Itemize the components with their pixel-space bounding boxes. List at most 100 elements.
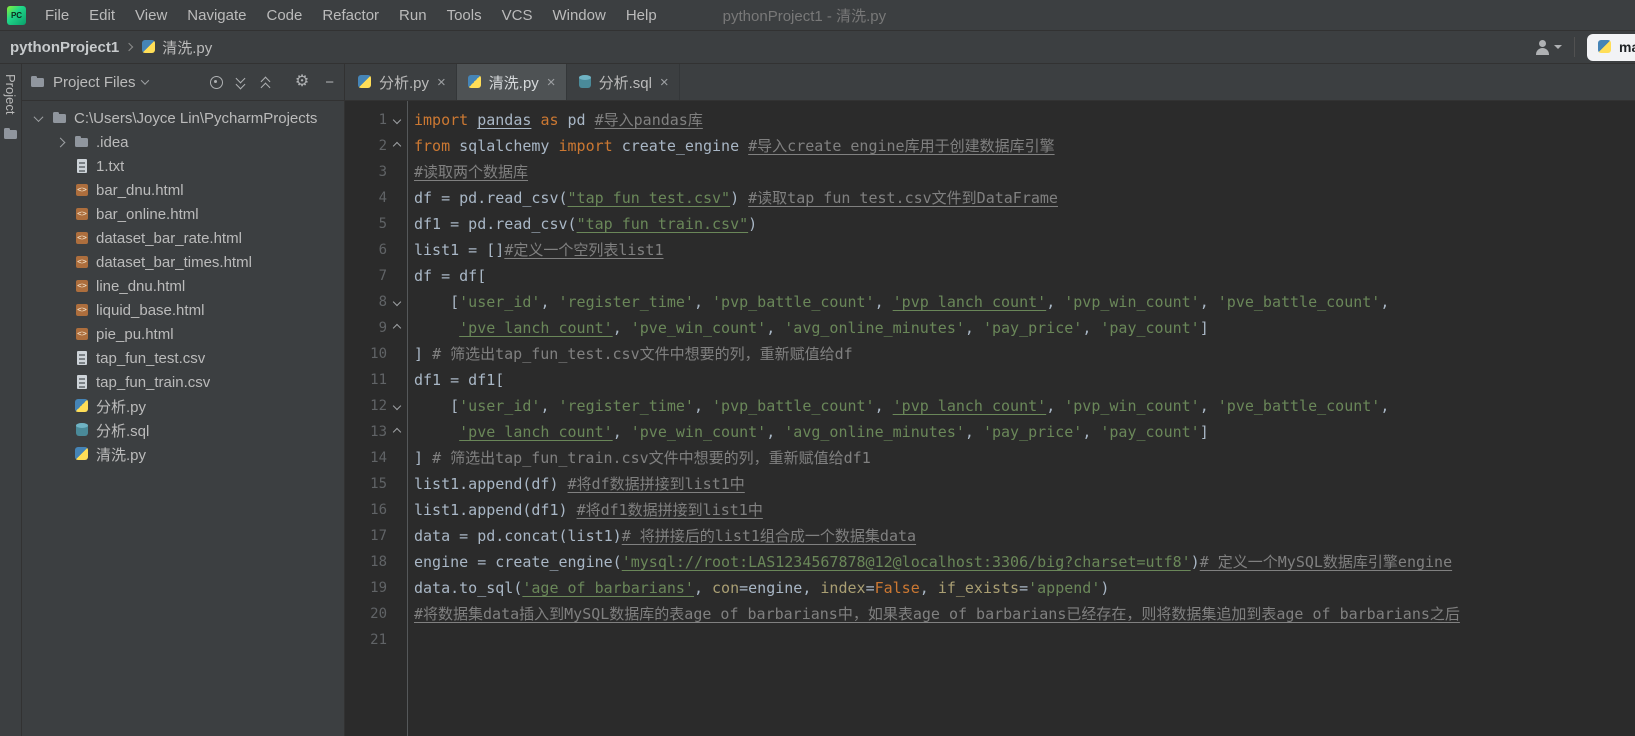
code-line-5[interactable]: df1 = pd.read_csv("tap_fun_train.csv") xyxy=(414,211,1635,237)
caret-down-icon[interactable] xyxy=(1554,45,1562,49)
tree-item-C:\Users\Joyce Lin\PycharmProjects[interactable]: C:\Users\Joyce Lin\PycharmProjects xyxy=(22,106,344,130)
code-line-19[interactable]: data.to_sql('age_of_barbarians', con=eng… xyxy=(414,575,1635,601)
code-line-17[interactable]: data = pd.concat(list1)# 将拼接后的list1组合成一个… xyxy=(414,523,1635,549)
tree-item-tap_fun_train.csv[interactable]: tap_fun_train.csv xyxy=(22,370,344,394)
line-number[interactable]: 11 xyxy=(345,367,387,393)
code-line-20[interactable]: #将数据集data插入到MySQL数据库的表age_of_barbarians中… xyxy=(414,601,1635,627)
menu-window[interactable]: Window xyxy=(542,0,615,30)
code-line-6[interactable]: list1 = []#定义一个空列表list1 xyxy=(414,237,1635,263)
tree-item-分析.py[interactable]: 分析.py xyxy=(22,394,344,418)
menu-run[interactable]: Run xyxy=(389,0,437,30)
line-number[interactable]: 19 xyxy=(345,575,387,601)
pycharm-logo-icon[interactable] xyxy=(7,5,26,25)
menu-edit[interactable]: Edit xyxy=(79,0,125,30)
tab-清洗.py[interactable]: 清洗.py xyxy=(456,64,567,100)
fold-up-icon[interactable] xyxy=(392,141,402,151)
code-line-21[interactable] xyxy=(414,627,1635,653)
menu-navigate[interactable]: Navigate xyxy=(177,0,256,30)
chevron-down-icon[interactable] xyxy=(140,76,149,85)
fold-down-icon[interactable] xyxy=(392,297,402,307)
close-icon[interactable] xyxy=(437,75,446,90)
line-number[interactable]: 6 xyxy=(345,237,387,263)
line-number[interactable]: 20 xyxy=(345,601,387,627)
tree-item-pie_pu.html[interactable]: pie_pu.html xyxy=(22,322,344,346)
code-line-13[interactable]: 'pve_lanch_count', 'pve_win_count', 'avg… xyxy=(414,419,1635,445)
fold-up-icon[interactable] xyxy=(392,323,402,333)
menu-file[interactable]: File xyxy=(35,0,79,30)
code-line-4[interactable]: df = pd.read_csv("tap_fun_test.csv") #读取… xyxy=(414,185,1635,211)
tree-item-tap_fun_test.csv[interactable]: tap_fun_test.csv xyxy=(22,346,344,370)
code-line-2[interactable]: from sqlalchemy import create_engine #导入… xyxy=(414,133,1635,159)
code-line-9[interactable]: 'pve_lanch_count', 'pve_win_count', 'avg… xyxy=(414,315,1635,341)
code-line-3[interactable]: #读取两个数据库 xyxy=(414,159,1635,185)
code-line-14[interactable]: ] # 筛选出tap_fun_train.csv文件中想要的列，重新赋值给df1 xyxy=(414,445,1635,471)
folder-icon[interactable] xyxy=(3,126,19,142)
line-number[interactable]: 10 xyxy=(345,341,387,367)
hide-panel-icon[interactable] xyxy=(325,75,334,90)
code-line-16[interactable]: list1.append(df1) #将df1数据拼接到list1中 xyxy=(414,497,1635,523)
line-number[interactable]: 7 xyxy=(345,263,387,289)
tree-item-dataset_bar_rate.html[interactable]: dataset_bar_rate.html xyxy=(22,226,344,250)
breadcrumb-project[interactable]: pythonProject1 xyxy=(10,39,119,56)
close-icon[interactable] xyxy=(660,75,669,90)
locate-file-icon[interactable] xyxy=(209,75,223,89)
line-number[interactable]: 17 xyxy=(345,523,387,549)
project-view-selector[interactable]: Project Files xyxy=(53,74,136,91)
tree-item-liquid_base.html[interactable]: liquid_base.html xyxy=(22,298,344,322)
line-number[interactable]: 16 xyxy=(345,497,387,523)
run-config-selector[interactable]: main xyxy=(1587,33,1635,61)
fold-up-icon[interactable] xyxy=(392,427,402,437)
menu-refactor[interactable]: Refactor xyxy=(312,0,389,30)
code-line-12[interactable]: ['user_id', 'register_time', 'pvp_battle… xyxy=(414,393,1635,419)
line-number[interactable]: 5 xyxy=(345,211,387,237)
tree-item-line_dnu.html[interactable]: line_dnu.html xyxy=(22,274,344,298)
menu-view[interactable]: View xyxy=(125,0,177,30)
line-number[interactable]: 4 xyxy=(345,185,387,211)
window-title: pythonProject1 - 清洗.py xyxy=(722,7,887,25)
fold-down-icon[interactable] xyxy=(392,401,402,411)
line-number[interactable]: 8 xyxy=(345,289,387,315)
line-number[interactable]: 14 xyxy=(345,445,387,471)
menu-help[interactable]: Help xyxy=(616,0,667,30)
line-number[interactable]: 9 xyxy=(345,315,387,341)
fold-down-icon[interactable] xyxy=(392,115,402,125)
close-icon[interactable] xyxy=(547,75,556,90)
tree-item-清洗.py[interactable]: 清洗.py xyxy=(22,442,344,466)
chevron-right-icon[interactable] xyxy=(55,137,65,147)
tree-item-分析.sql[interactable]: 分析.sql xyxy=(22,418,344,442)
tree-item-dataset_bar_times.html[interactable]: dataset_bar_times.html xyxy=(22,250,344,274)
code-line-8[interactable]: ['user_id', 'register_time', 'pvp_battle… xyxy=(414,289,1635,315)
menu-vcs[interactable]: VCS xyxy=(492,0,543,30)
collapse-all-icon[interactable] xyxy=(260,75,273,92)
line-number[interactable]: 18 xyxy=(345,549,387,575)
line-number[interactable]: 3 xyxy=(345,159,387,185)
menu-tools[interactable]: Tools xyxy=(437,0,492,30)
line-number[interactable]: 12 xyxy=(345,393,387,419)
code-line-18[interactable]: engine = create_engine('mysql://root:LAS… xyxy=(414,549,1635,575)
breadcrumb-file[interactable]: 清洗.py xyxy=(162,37,212,58)
tab-分析.py[interactable]: 分析.py xyxy=(347,64,457,100)
tree-item-bar_online.html[interactable]: bar_online.html xyxy=(22,202,344,226)
tree-item-1.txt[interactable]: 1.txt xyxy=(22,154,344,178)
code-line-11[interactable]: df1 = df1[ xyxy=(414,367,1635,393)
editor-code[interactable]: import pandas as pd #导入pandas库 from sqlal… xyxy=(408,101,1635,736)
gutter-line: 16 xyxy=(345,497,407,523)
user-icon[interactable] xyxy=(1534,39,1551,56)
chevron-down-icon[interactable] xyxy=(33,111,43,122)
line-number[interactable]: 15 xyxy=(345,471,387,497)
menu-code[interactable]: Code xyxy=(256,0,312,30)
line-number[interactable]: 13 xyxy=(345,419,387,445)
code-line-10[interactable]: ] # 筛选出tap_fun_test.csv文件中想要的列，重新赋值给df xyxy=(414,341,1635,367)
expand-all-icon[interactable] xyxy=(235,73,248,90)
code-line-7[interactable]: df = df[ xyxy=(414,263,1635,289)
line-number[interactable]: 1 xyxy=(345,107,387,133)
tab-分析.sql[interactable]: 分析.sql xyxy=(567,64,680,100)
line-number[interactable]: 2 xyxy=(345,133,387,159)
tree-item-.idea[interactable]: .idea xyxy=(22,130,344,154)
code-line-1[interactable]: import pandas as pd #导入pandas库 xyxy=(414,107,1635,133)
gear-icon[interactable] xyxy=(295,74,309,90)
code-line-15[interactable]: list1.append(df) #将df数据拼接到list1中 xyxy=(414,471,1635,497)
tree-item-bar_dnu.html[interactable]: bar_dnu.html xyxy=(22,178,344,202)
line-number[interactable]: 21 xyxy=(345,627,387,653)
project-tool-window-button[interactable]: Project xyxy=(3,74,18,114)
